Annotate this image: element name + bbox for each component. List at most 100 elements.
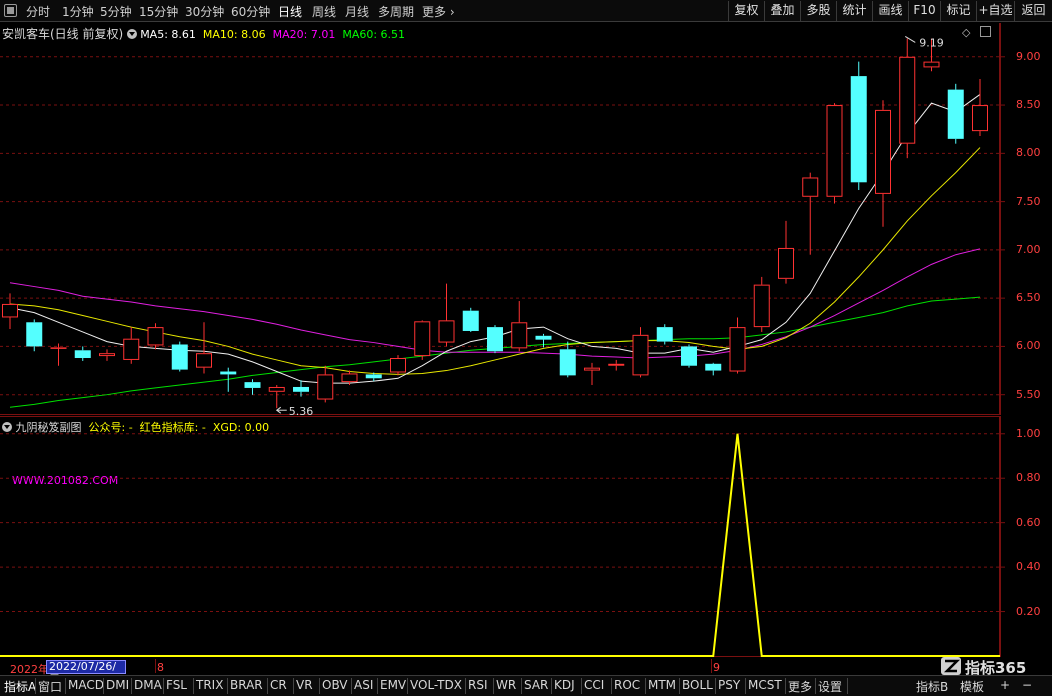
candle[interactable] [317, 365, 334, 403]
tab-separator [745, 678, 746, 694]
tab-separator [227, 678, 228, 694]
candle[interactable] [778, 220, 794, 284]
date-cursor-box: 2022/07/26/二 [46, 660, 126, 685]
tab-0[interactable]: 指标A [4, 678, 36, 695]
candle[interactable] [850, 61, 867, 191]
candle[interactable] [947, 83, 964, 144]
candle[interactable] [681, 344, 697, 368]
candle[interactable] [705, 362, 722, 376]
candle[interactable] [972, 78, 988, 136]
candle[interactable] [584, 362, 600, 386]
candle[interactable] [74, 346, 91, 361]
high-marker-label: 9.19 [919, 36, 944, 49]
tab-separator [581, 678, 582, 694]
tab-23[interactable]: MCST [748, 678, 782, 692]
candle[interactable] [632, 327, 649, 378]
watermark-text: WWW.201082.COM [12, 474, 119, 487]
tab-21[interactable]: BOLL [682, 678, 713, 692]
tab-22[interactable]: PSY [718, 678, 740, 692]
tab-18[interactable]: CCI [584, 678, 604, 692]
tab-separator [785, 678, 786, 694]
right-tab-0[interactable]: 指标B [916, 678, 948, 695]
month-tick [711, 659, 712, 673]
candle[interactable] [608, 359, 625, 371]
candle[interactable] [438, 283, 455, 347]
tab-separator [163, 678, 164, 694]
tab-separator [551, 678, 552, 694]
tab-11[interactable]: ASI [354, 678, 373, 692]
tab-10[interactable]: OBV [322, 678, 348, 692]
tab-2[interactable]: MACD [68, 678, 104, 692]
candle[interactable] [462, 307, 479, 332]
candle[interactable] [147, 323, 164, 350]
signal-tick-label: 0.20 [1016, 604, 1041, 618]
candle[interactable] [390, 355, 406, 376]
month-tick [155, 659, 156, 673]
price-tick-label: 7.00 [1016, 242, 1041, 256]
tab-16[interactable]: SAR [524, 678, 548, 692]
tab-separator [267, 678, 268, 694]
candle[interactable] [656, 324, 673, 345]
tab-6[interactable]: TRIX [196, 678, 223, 692]
tab-12[interactable]: EMV [380, 678, 406, 692]
tab-13[interactable]: VOL-TDX [410, 678, 462, 692]
candle[interactable] [50, 343, 67, 366]
sub-axis-line [1000, 416, 1001, 657]
tab-19[interactable]: ROC [614, 678, 640, 692]
sub-chart-frame[interactable] [0, 416, 1000, 657]
tab-14[interactable]: RSI [468, 678, 488, 692]
candle[interactable] [729, 317, 746, 374]
tab-separator [131, 678, 132, 694]
candle[interactable] [268, 385, 285, 409]
candle[interactable] [99, 349, 115, 361]
candle[interactable] [802, 172, 819, 255]
tab-15[interactable]: WR [496, 678, 516, 692]
price-tick-label: 8.50 [1016, 98, 1041, 112]
tab-25[interactable]: 设置 [818, 678, 842, 695]
right-tab-1[interactable]: 模板 [960, 678, 984, 695]
candle[interactable] [559, 341, 576, 378]
tab-separator [493, 678, 494, 694]
candle[interactable] [196, 322, 212, 374]
candle[interactable] [293, 380, 309, 397]
tab-17[interactable]: KDJ [554, 678, 575, 692]
right-tab-3[interactable]: − [1022, 678, 1032, 692]
indicator-label: 红色指标库: - [139, 421, 206, 434]
tab-separator [521, 678, 522, 694]
tab-3[interactable]: DMI [106, 678, 129, 692]
chevron-down-icon[interactable] [2, 422, 12, 432]
tab-1[interactable]: 窗口 [38, 678, 62, 695]
tab-separator [815, 678, 816, 694]
candle[interactable] [826, 103, 843, 204]
candle[interactable] [875, 100, 891, 227]
tab-separator [377, 678, 378, 694]
candle[interactable] [414, 320, 431, 360]
candle[interactable] [487, 325, 503, 354]
price-tick-label: 5.50 [1016, 387, 1041, 401]
tab-4[interactable]: DMA [134, 678, 162, 692]
candle[interactable] [123, 327, 140, 364]
candle[interactable] [511, 301, 528, 352]
sub-legend: 九阴秘笈副图 公众号: - 红色指标库: - XGD: 0.00 [2, 419, 269, 435]
tab-8[interactable]: CR [270, 678, 287, 692]
candle[interactable] [753, 276, 770, 332]
tab-separator [847, 678, 848, 694]
candle[interactable] [26, 319, 43, 352]
tab-9[interactable]: VR [296, 678, 313, 692]
signal-tick-label: 0.80 [1016, 471, 1041, 485]
candle[interactable] [2, 293, 18, 330]
tab-separator [193, 678, 194, 694]
right-tab-2[interactable]: + [1000, 678, 1010, 692]
tab-24[interactable]: 更多 [788, 678, 812, 695]
candle[interactable] [244, 379, 261, 395]
tab-5[interactable]: FSL [166, 678, 187, 692]
sub-title: 九阴秘笈副图 [15, 421, 82, 434]
tab-separator [65, 678, 66, 694]
candle[interactable] [171, 341, 188, 372]
tab-20[interactable]: MTM [648, 678, 676, 692]
tab-separator [293, 678, 294, 694]
indicator-tabs: 指标A 窗口 MACD DMI DMA FSL TRIX BRAR CR VR OBV ASI EMV V… [0, 675, 1052, 696]
tab-7[interactable]: BRAR [230, 678, 263, 692]
signal-tick-label: 0.60 [1016, 515, 1041, 529]
xgd-label: XGD: 0.00 [212, 421, 270, 434]
